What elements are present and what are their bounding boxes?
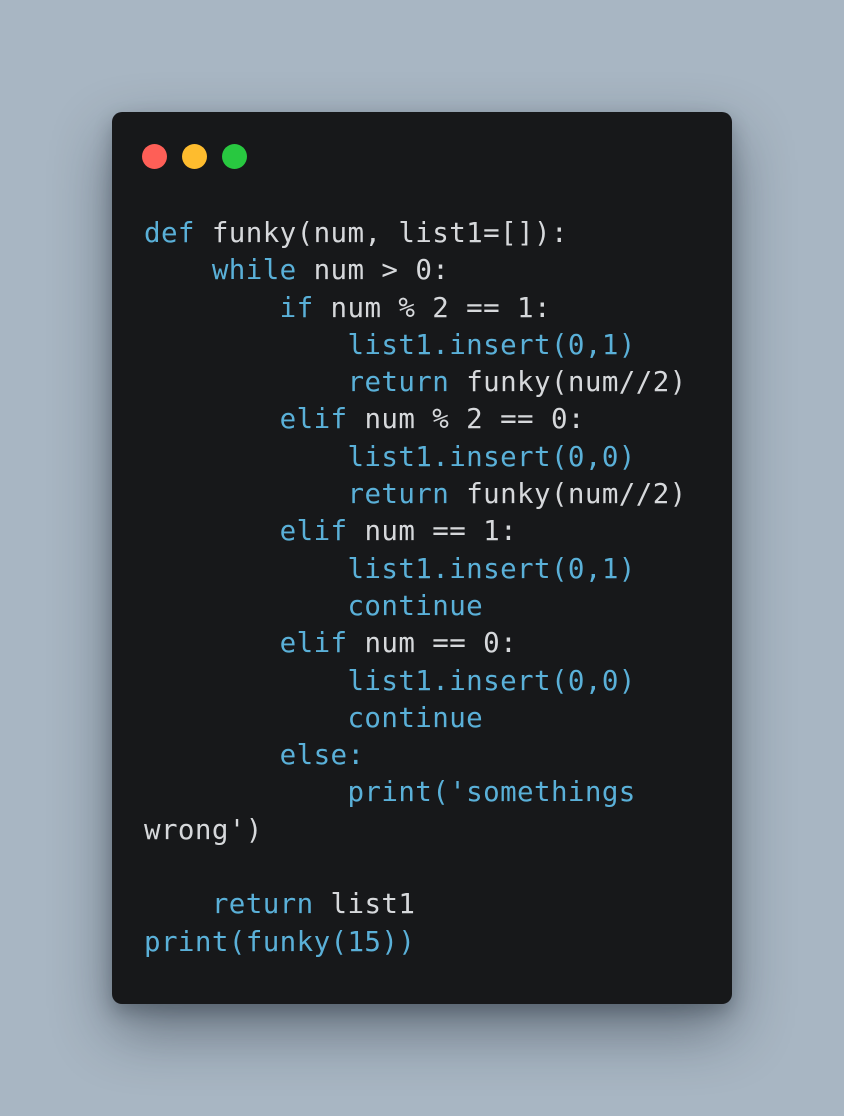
code-line: return list1: [144, 886, 714, 923]
code-token: funky(num, list1=[]):: [194, 217, 568, 249]
code-token: num == 1:: [347, 515, 518, 548]
code-line: elif num == 1:: [144, 513, 714, 550]
code-token: num == 0:: [347, 627, 518, 660]
code-keyword-token: while: [211, 254, 297, 287]
code-line: while num > 0:: [144, 252, 714, 289]
code-keyword-token: if: [279, 291, 314, 324]
code-token: num % 2 == 1:: [313, 291, 551, 324]
code-line: list1.insert(0,1): [144, 327, 714, 364]
code-line: return funky(num//2): [144, 476, 714, 513]
code-token: funky(num//2): [449, 478, 687, 511]
code-window: def funky(num, list1=[]): while num > 0:…: [112, 112, 732, 1004]
code-keyword-token: else:: [144, 739, 365, 772]
code-keyword-token: continue: [144, 589, 484, 622]
code-keyword-token: print(funky(15)): [144, 925, 416, 958]
code-keyword-token: return: [211, 888, 314, 921]
code-token: list1: [313, 888, 416, 921]
code-keyword-token: list1.insert(0,1): [144, 328, 636, 361]
minimize-button[interactable]: [182, 144, 207, 169]
code-keyword-token: list1.insert(0,1): [144, 552, 636, 585]
code-keyword-token: print('somethings: [144, 776, 636, 809]
code-line: return funky(num//2): [144, 364, 714, 401]
code-keyword-token: list1.insert(0,0): [144, 664, 636, 697]
code-line: continue: [144, 700, 714, 737]
zoom-button[interactable]: [222, 144, 247, 169]
code-keyword-token: elif: [279, 515, 348, 548]
code-keyword-token: list1.insert(0,0): [144, 440, 636, 473]
close-button[interactable]: [142, 144, 167, 169]
code-keyword-token: def: [144, 217, 195, 249]
code-line: list1.insert(0,0): [144, 663, 714, 700]
code-line: list1.insert(0,0): [144, 439, 714, 476]
code-block: def funky(num, list1=[]): while num > 0:…: [144, 215, 714, 961]
code-keyword-token: elif: [279, 627, 348, 660]
code-token: num % 2 == 0:: [347, 403, 585, 436]
code-keyword-token: continue: [144, 701, 484, 734]
code-line: def funky(num, list1=[]):: [144, 215, 714, 252]
code-token: num > 0:: [296, 254, 450, 287]
code-line: else:: [144, 737, 714, 774]
code-line: list1.insert(0,1): [144, 551, 714, 588]
code-line: print('somethings: [144, 774, 714, 811]
code-line: elif num % 2 == 0:: [144, 401, 714, 438]
code-line: elif num == 0:: [144, 625, 714, 662]
code-keyword-token: elif: [279, 403, 348, 436]
code-token: funky(num//2): [449, 366, 687, 399]
code-line: print(funky(15)): [144, 924, 714, 961]
code-token: wrong'): [144, 813, 263, 846]
code-line: continue: [144, 588, 714, 625]
window-controls: [142, 144, 247, 169]
code-keyword-token: return: [347, 478, 450, 511]
code-keyword-token: return: [347, 366, 450, 399]
code-line: if num % 2 == 1:: [144, 290, 714, 327]
code-line: wrong'): [144, 812, 714, 849]
